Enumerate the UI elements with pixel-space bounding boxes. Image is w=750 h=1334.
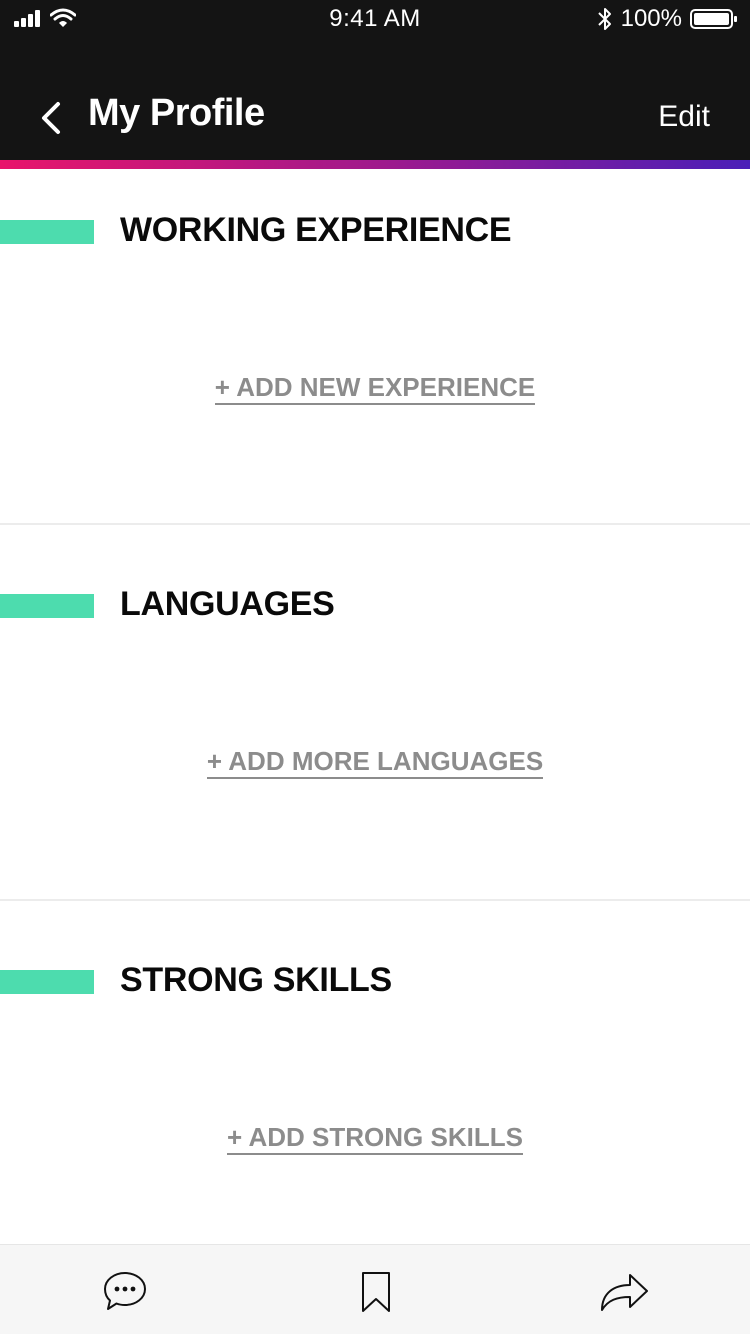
header-gradient-divider [0, 160, 750, 169]
add-skills-label[interactable]: + ADD STRONG SKILLS [227, 1122, 523, 1155]
add-experience-link[interactable]: + ADD NEW EXPERIENCE [0, 372, 750, 405]
add-languages-link[interactable]: + ADD MORE LANGUAGES [0, 746, 750, 779]
add-skills-link[interactable]: + ADD STRONG SKILLS [0, 1122, 750, 1155]
section-accent-bar [0, 970, 94, 994]
battery-percent: 100% [620, 5, 682, 32]
edit-button[interactable]: Edit [658, 100, 710, 134]
add-experience-label[interactable]: + ADD NEW EXPERIENCE [214, 372, 536, 405]
bottom-tab-bar [0, 1244, 750, 1334]
section-languages: LANGUAGES + ADD MORE LANGUAGES [0, 525, 750, 901]
section-title: STRONG SKILLS [120, 961, 392, 999]
page-title: My Profile [88, 92, 265, 134]
section-accent-bar [0, 220, 94, 244]
section-title: LANGUAGES [120, 585, 335, 623]
share-tab[interactable] [600, 1269, 650, 1315]
section-title: WORKING EXPERIENCE [120, 211, 512, 249]
battery-icon [690, 9, 737, 29]
status-bar: 9:41 AM 100% [0, 0, 750, 40]
chat-tab[interactable] [100, 1269, 150, 1315]
add-languages-label[interactable]: + ADD MORE LANGUAGES [206, 746, 544, 779]
section-working-experience: WORKING EXPERIENCE + ADD NEW EXPERIENCE [0, 169, 750, 525]
status-right: 100% [597, 5, 738, 33]
chat-bubble-icon [104, 1272, 146, 1310]
bookmark-tab[interactable] [351, 1269, 401, 1315]
bluetooth-icon [597, 8, 611, 30]
profile-screen: 9:41 AM 100% My Profile Edit WORKING EXP… [0, 0, 750, 1334]
bookmark-icon [362, 1272, 390, 1312]
section-strong-skills: STRONG SKILLS + ADD STRONG SKILLS [0, 901, 750, 1244]
header: 9:41 AM 100% My Profile Edit [0, 0, 750, 160]
back-button[interactable] [34, 98, 68, 138]
section-accent-bar [0, 594, 94, 618]
nav-bar: My Profile Edit [0, 80, 750, 154]
chevron-left-icon [42, 102, 60, 134]
share-icon [601, 1274, 648, 1311]
